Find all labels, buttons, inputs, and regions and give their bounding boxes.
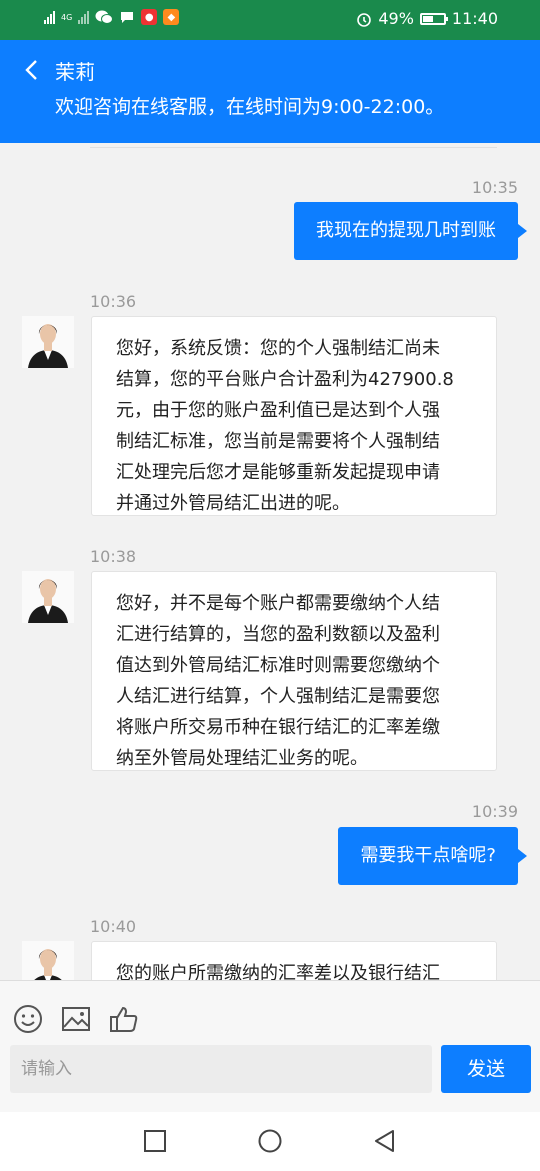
message-line: 汇进行结算的，当您的盈利数额以及盈利: [116, 624, 440, 645]
message-line: 汇处理完后您才是能够重新发起提现申请: [116, 462, 440, 483]
image-icon[interactable]: [60, 1003, 92, 1035]
emoji-icon[interactable]: [12, 1003, 44, 1035]
back-arrow-icon[interactable]: [22, 58, 44, 82]
chat-icon: [121, 12, 134, 23]
message-time: 10:38: [90, 547, 137, 566]
message-line: 您的账户所需缴纳的汇率差以及银行结汇: [116, 963, 440, 980]
message-line: 人结汇进行结算，个人强制结汇是需要您: [116, 686, 440, 707]
status-time: 11:40: [451, 9, 498, 28]
message-line: 值达到外管局结汇标准时则需要您缴纳个: [116, 655, 440, 676]
chat-header: 茉莉 欢迎咨询在线客服，在线时间为9:00-22:00。: [0, 40, 540, 143]
message-line: 元，由于您的账户盈利值已是达到个人强: [116, 400, 440, 421]
network-label: 4G: [61, 12, 73, 22]
agent-name: 茉莉: [55, 60, 95, 84]
message-line: 纳至外管局处理结汇业务的呢。: [116, 748, 368, 769]
composer-toolbar: [12, 1003, 140, 1035]
service-hours: 欢迎咨询在线客服，在线时间为9:00-22:00。: [55, 96, 445, 118]
status-right: 49% 11:40: [356, 9, 498, 28]
outgoing-message[interactable]: 需要我干点啥呢?: [338, 827, 527, 885]
message-line: 并通过外管局结汇出进的呢。: [116, 493, 350, 514]
incoming-message: 您的账户所需缴纳的汇率差以及银行结汇: [91, 941, 497, 980]
message-line: 结算，您的平台账户合计盈利为427900.8: [116, 369, 454, 390]
message-time: 10:40: [90, 917, 137, 936]
chat-area[interactable]: 10:35 我现在的提现几时到账 10:36 您好，系统反馈：您的个人强制结汇尚…: [0, 143, 540, 980]
incoming-message: 您好，系统反馈：您的个人强制结汇尚未 结算，您的平台账户合计盈利为427900.…: [91, 316, 497, 516]
message-line: 您好，系统反馈：您的个人强制结汇尚未: [116, 338, 440, 359]
message-time: 10:39: [471, 802, 518, 821]
status-left: 4G ● ◆: [44, 9, 180, 25]
recents-icon[interactable]: [142, 1128, 168, 1154]
message-input[interactable]: 请输入: [10, 1045, 432, 1093]
message-divider: [90, 143, 497, 148]
message-line: 制结汇标准，您当前是需要将个人强制结: [116, 431, 440, 452]
signal-icon: [44, 10, 55, 24]
message-time: 10:36: [90, 292, 137, 311]
app-icon-orange: ◆: [163, 9, 180, 25]
outgoing-message[interactable]: 我现在的提现几时到账: [294, 202, 527, 260]
battery-icon: [419, 12, 448, 25]
status-bar: 4G ● ◆ 49% 11:40: [0, 0, 540, 40]
agent-avatar[interactable]: [22, 316, 74, 368]
alarm-icon: [357, 12, 372, 27]
incoming-message: 您好，并不是每个账户都需要缴纳个人结 汇进行结算的，当您的盈利数额以及盈利 值达…: [91, 571, 497, 771]
thumbs-up-icon[interactable]: [108, 1003, 140, 1035]
agent-avatar[interactable]: [22, 941, 74, 980]
message-line: 将账户所交易币种在银行结汇的汇率差缴: [116, 717, 440, 738]
message-time: 10:35: [471, 178, 518, 197]
battery-percent: 49%: [378, 9, 414, 28]
agent-avatar[interactable]: [22, 571, 74, 623]
back-icon[interactable]: [372, 1128, 398, 1154]
app-icon-red: ●: [141, 9, 158, 25]
wechat-icon: [95, 10, 114, 24]
system-nav-bar: [0, 1112, 540, 1171]
signal-icon-2: [78, 10, 90, 24]
composer-area: 请输入 发送: [0, 980, 540, 1171]
send-button[interactable]: 发送: [441, 1045, 531, 1093]
home-icon[interactable]: [257, 1128, 283, 1154]
message-line: 您好，并不是每个账户都需要缴纳个人结: [116, 593, 440, 614]
